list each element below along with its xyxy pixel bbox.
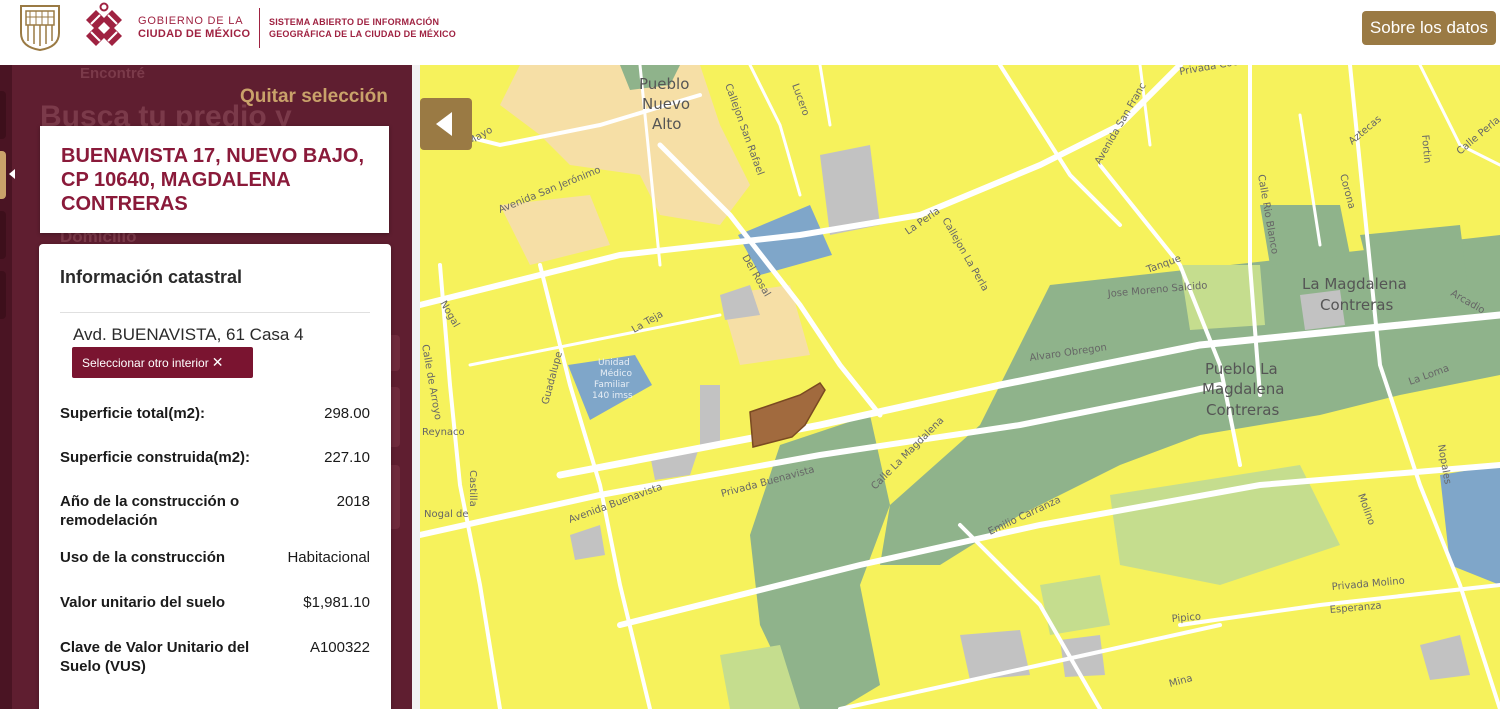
clinic-labels: Unidad Médico Familiar 140 imss — [592, 358, 633, 401]
label-la-magdalena-1: La Magdalena — [1302, 275, 1407, 293]
info-row-value: 2018 — [336, 493, 370, 510]
info-row-value: Habitacional — [287, 549, 370, 566]
government-label: GOBIERNO DE LA CIUDAD DE MÉXICO — [138, 15, 250, 41]
label-pueblo-nuevo-alto-2: Nuevo — [642, 95, 690, 113]
cdmx-logo-icon — [86, 2, 122, 46]
map-canvas[interactable]: Pueblo Nuevo Alto La Magdalena Contreras… — [420, 65, 1500, 709]
info-row-value: $1,981.10 — [303, 594, 370, 611]
clear-selection-link[interactable]: Quitar selección — [240, 86, 388, 108]
cadastral-info-card: Información catastral Avd. BUENAVISTA, 6… — [39, 244, 391, 709]
cadastral-title: Información catastral — [60, 267, 243, 287]
label-pueblo-nuevo-alto-3: Alto — [652, 115, 682, 133]
app-header: GOBIERNO DE LA CIUDAD DE MÉXICO SISTEMA … — [0, 0, 1500, 65]
info-row-label: Uso de la construcción — [60, 549, 226, 566]
selected-address: BUENAVISTA 17, NUEVO BAJO, CP 10640, MAG… — [61, 145, 365, 215]
label-pueblo-la-magdalena-1: Pueblo La — [1205, 360, 1278, 378]
street-castilla: Castilla — [467, 470, 478, 507]
info-row-value: 298.00 — [324, 405, 370, 422]
info-row-label: Superficie construida(m2): — [60, 449, 251, 466]
rail-tab-4[interactable] — [0, 271, 6, 319]
map-layer: Pueblo Nuevo Alto La Magdalena Contreras… — [420, 65, 1500, 709]
block-gray-2 — [700, 385, 720, 450]
label-pueblo-la-magdalena-3: Contreras — [1206, 401, 1279, 419]
selected-address-card: BUENAVISTA 17, NUEVO BAJO, CP 10640, MAG… — [40, 126, 389, 233]
government-label-line1: GOBIERNO DE LA — [138, 15, 244, 27]
street-nogal-de: Nogal de — [424, 509, 469, 520]
block-gray-5 — [960, 630, 1030, 680]
select-other-interior-label: Seleccionar otro interior — [82, 356, 209, 370]
select-other-interior-button[interactable]: Seleccionar otro interior ✕ — [72, 347, 253, 378]
panel-gap — [412, 65, 420, 709]
rail-tab-1[interactable] — [0, 91, 6, 139]
label-pueblo-la-magdalena-2: Magdalena — [1202, 380, 1284, 398]
label-clinic-4: 140 imss — [592, 391, 633, 401]
ghost-text-top: Encontré — [80, 65, 146, 82]
collapse-panel-button[interactable] — [420, 98, 472, 150]
info-row-label: Clave de Valor Unitario del Suelo (VUS) — [60, 639, 250, 675]
info-row-label: Superficie total(m2): — [60, 405, 206, 422]
system-title: SISTEMA ABIERTO DE INFORMACIÓN GEOGRÁFIC… — [269, 16, 456, 40]
info-row-label: Año de la construcción o remodelación — [60, 493, 240, 529]
rail-tab-active[interactable] — [0, 151, 15, 199]
info-row-value: 227.10 — [324, 449, 370, 466]
unit-address: Avd. BUENAVISTA, 61 Casa 4 — [73, 325, 304, 344]
label-pueblo-nuevo-alto-1: Pueblo — [639, 75, 689, 93]
about-data-button[interactable]: Sobre los datos — [1362, 11, 1496, 45]
government-label-line2: CIUDAD DE MÉXICO — [138, 28, 251, 40]
label-clinic-3: Familiar — [594, 380, 630, 390]
info-row-label: Valor unitario del suelo — [60, 594, 226, 611]
system-title-line2: GEOGRÁFICA DE LA CIUDAD DE MÉXICO — [269, 29, 456, 39]
label-clinic-2: Médico — [600, 368, 632, 379]
sidebar-panel: Encontré Busca tu predio y Domicilio Qui… — [0, 65, 412, 709]
close-icon: ✕ — [211, 354, 224, 370]
system-title-line1: SISTEMA ABIERTO DE INFORMACIÓN — [269, 17, 440, 27]
street-reynaco: Reynaco — [422, 427, 465, 438]
cdmx-crest-icon — [20, 5, 60, 51]
info-row-value: A100322 — [309, 639, 370, 656]
header-divider — [259, 8, 260, 48]
label-la-magdalena-2: Contreras — [1320, 296, 1393, 314]
cadastral-divider — [60, 312, 370, 313]
rail-tab-3[interactable] — [0, 211, 6, 259]
label-clinic-1: Unidad — [598, 358, 630, 368]
